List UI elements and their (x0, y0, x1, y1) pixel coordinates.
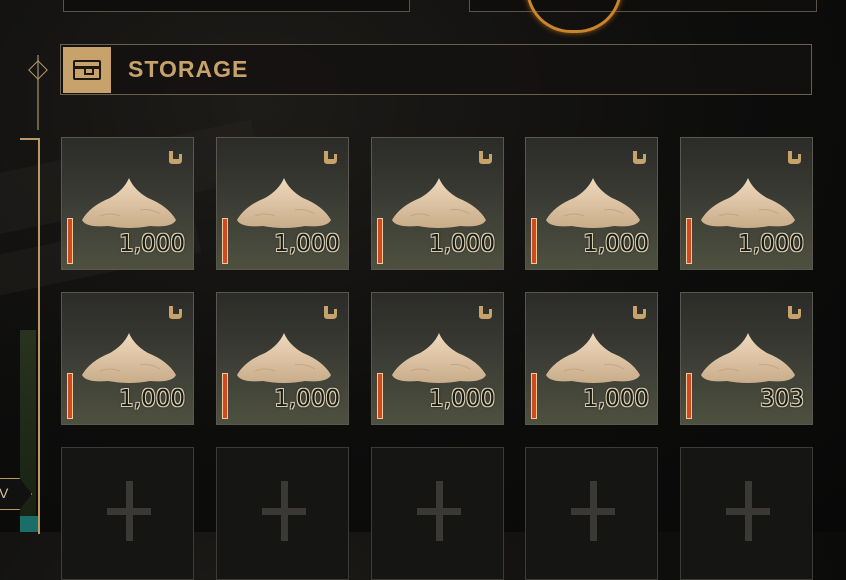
hand-icon (169, 151, 182, 164)
item-quantity: 1,000 (738, 231, 804, 257)
durability-bar (222, 218, 228, 264)
storage-header: STORAGE (60, 44, 812, 95)
top-panel-left (63, 0, 410, 12)
inventory-slot[interactable]: 303 (680, 292, 813, 425)
chest-icon (73, 60, 101, 80)
hand-icon (324, 151, 337, 164)
inventory-slot[interactable]: 1,000 (61, 292, 194, 425)
item-quantity: 1,000 (429, 231, 495, 257)
inventory-slot[interactable]: 1,000 (525, 137, 658, 270)
plus-icon (726, 481, 770, 541)
empty-slot[interactable] (371, 447, 504, 580)
hand-icon (479, 151, 492, 164)
item-quantity: 1,000 (274, 386, 340, 412)
durability-bar (377, 373, 383, 419)
empty-slot[interactable] (61, 447, 194, 580)
durability-bar (686, 218, 692, 264)
sand-pile-icon (546, 333, 640, 383)
sand-pile-icon (237, 333, 331, 383)
sand-pile-icon (701, 178, 795, 228)
page-title: STORAGE (128, 56, 249, 82)
hand-icon (479, 306, 492, 319)
empty-slot[interactable] (216, 447, 349, 580)
durability-bar (531, 373, 537, 419)
durability-bar (222, 373, 228, 419)
item-quantity: 1,000 (119, 386, 185, 412)
diamond-marker-icon (28, 60, 48, 80)
empty-slot[interactable] (680, 447, 813, 580)
hand-icon (169, 306, 182, 319)
header-icon-box (63, 47, 111, 93)
inventory-slot[interactable]: 1,000 (61, 137, 194, 270)
durability-bar (686, 373, 692, 419)
item-quantity: 1,000 (583, 386, 649, 412)
sand-pile-icon (701, 333, 795, 383)
durability-bar (67, 218, 73, 264)
hand-icon (633, 151, 646, 164)
sand-pile-icon (392, 178, 486, 228)
sand-pile-icon (392, 333, 486, 383)
inventory-slot[interactable]: 1,000 (680, 137, 813, 270)
inventory-slot[interactable]: 1,000 (371, 137, 504, 270)
side-tab-label: V (0, 485, 9, 501)
plus-icon (571, 481, 615, 541)
inventory-slot[interactable]: 1,000 (216, 292, 349, 425)
item-quantity: 1,000 (583, 231, 649, 257)
item-quantity: 303 (760, 386, 804, 412)
hand-icon (324, 306, 337, 319)
inventory-slot[interactable]: 1,000 (216, 137, 349, 270)
plus-icon (262, 481, 306, 541)
sand-pile-icon (546, 178, 640, 228)
inventory-slot[interactable]: 1,000 (525, 292, 658, 425)
top-panel-right (469, 0, 817, 12)
hand-icon (633, 306, 646, 319)
sand-pile-icon (82, 178, 176, 228)
durability-bar (531, 218, 537, 264)
durability-bar (67, 373, 73, 419)
ring-ornament (526, 0, 622, 33)
side-rail (20, 138, 40, 534)
sand-pile-icon (82, 333, 176, 383)
hand-icon (788, 306, 801, 319)
inventory-slot[interactable]: 1,000 (371, 292, 504, 425)
empty-slot[interactable] (525, 447, 658, 580)
plus-icon (107, 481, 151, 541)
teal-indicator (20, 516, 38, 532)
item-quantity: 1,000 (429, 386, 495, 412)
item-quantity: 1,000 (119, 231, 185, 257)
hand-icon (788, 151, 801, 164)
sand-pile-icon (237, 178, 331, 228)
item-quantity: 1,000 (274, 231, 340, 257)
durability-bar (377, 218, 383, 264)
plus-icon (417, 481, 461, 541)
